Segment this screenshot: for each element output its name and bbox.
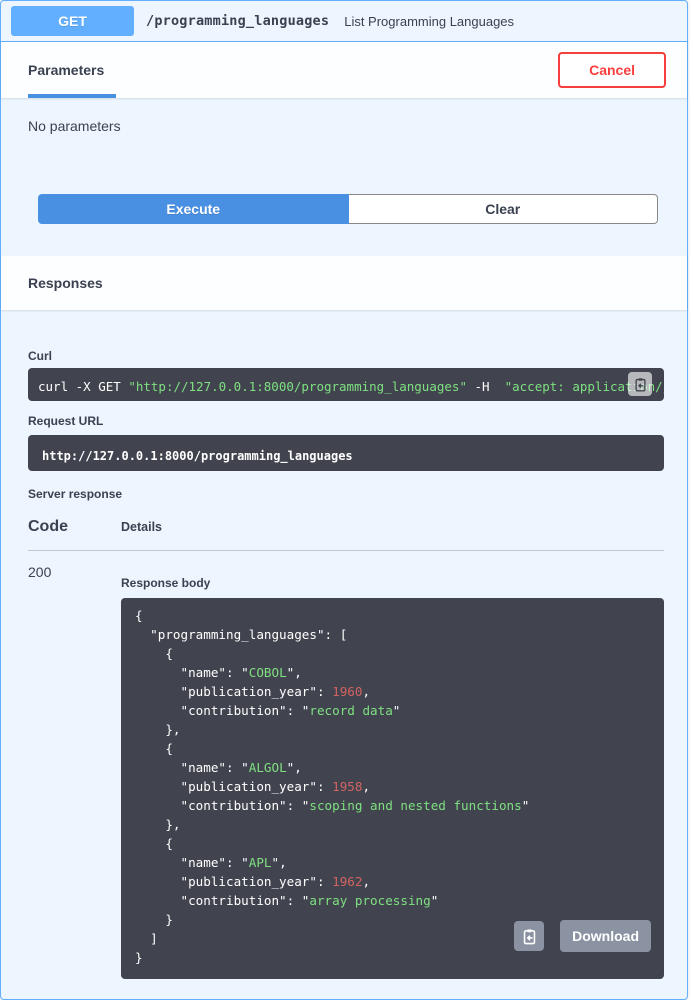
execute-button[interactable]: Execute — [38, 194, 349, 224]
server-response-label: Server response — [28, 487, 664, 501]
response-json-text: { "programming_languages": [ { "name": "… — [135, 606, 654, 967]
details-column-header: Details — [121, 520, 664, 534]
responses-body: Curl curl -X GET "http://127.0.0.1:8000/… — [1, 310, 687, 999]
cancel-button[interactable]: Cancel — [558, 52, 666, 88]
code-column-header: Code — [28, 518, 121, 536]
responses-title: Responses — [28, 275, 103, 291]
request-url-label: Request URL — [28, 414, 664, 428]
tab-parameters[interactable]: Parameters — [28, 42, 116, 98]
curl-command-block: curl -X GET "http://127.0.0.1:8000/progr… — [28, 368, 664, 401]
download-button[interactable]: Download — [560, 920, 651, 952]
active-tab-underline — [28, 94, 116, 98]
endpoint-summary: List Programming Languages — [344, 14, 514, 29]
responses-section-header: Responses — [1, 256, 687, 310]
http-method-badge: GET — [11, 6, 134, 36]
no-parameters-text: No parameters — [1, 98, 687, 154]
response-body-actions: Download — [514, 920, 651, 952]
request-url-block: http://127.0.0.1:8000/programming_langua… — [28, 435, 664, 471]
response-table-header: Code Details — [28, 518, 664, 536]
response-body-label: Response body — [121, 576, 664, 590]
operation-panel: GET /programming_languages List Programm… — [0, 0, 688, 1000]
clipboard-icon — [521, 928, 538, 945]
clipboard-icon — [633, 377, 648, 392]
curl-label: Curl — [28, 349, 664, 363]
status-code: 200 — [28, 564, 121, 580]
operation-header[interactable]: GET /programming_languages List Programm… — [1, 1, 687, 42]
request-url-text: http://127.0.0.1:8000/programming_langua… — [42, 449, 353, 463]
parameters-tab-label: Parameters — [28, 62, 104, 78]
endpoint-path: /programming_languages — [146, 13, 329, 29]
table-divider — [28, 550, 664, 551]
copy-response-button[interactable] — [514, 921, 544, 951]
response-body-block: { "programming_languages": [ { "name": "… — [121, 598, 664, 979]
curl-command-text: curl -X GET "http://127.0.0.1:8000/progr… — [38, 379, 664, 394]
execute-button-row: Execute Clear — [38, 194, 658, 224]
copy-curl-button[interactable] — [628, 372, 652, 396]
clear-button[interactable]: Clear — [349, 194, 659, 224]
response-table-row: 200 Response body { "programming_languag… — [28, 564, 664, 979]
parameters-section-header: Parameters Cancel — [1, 42, 687, 98]
